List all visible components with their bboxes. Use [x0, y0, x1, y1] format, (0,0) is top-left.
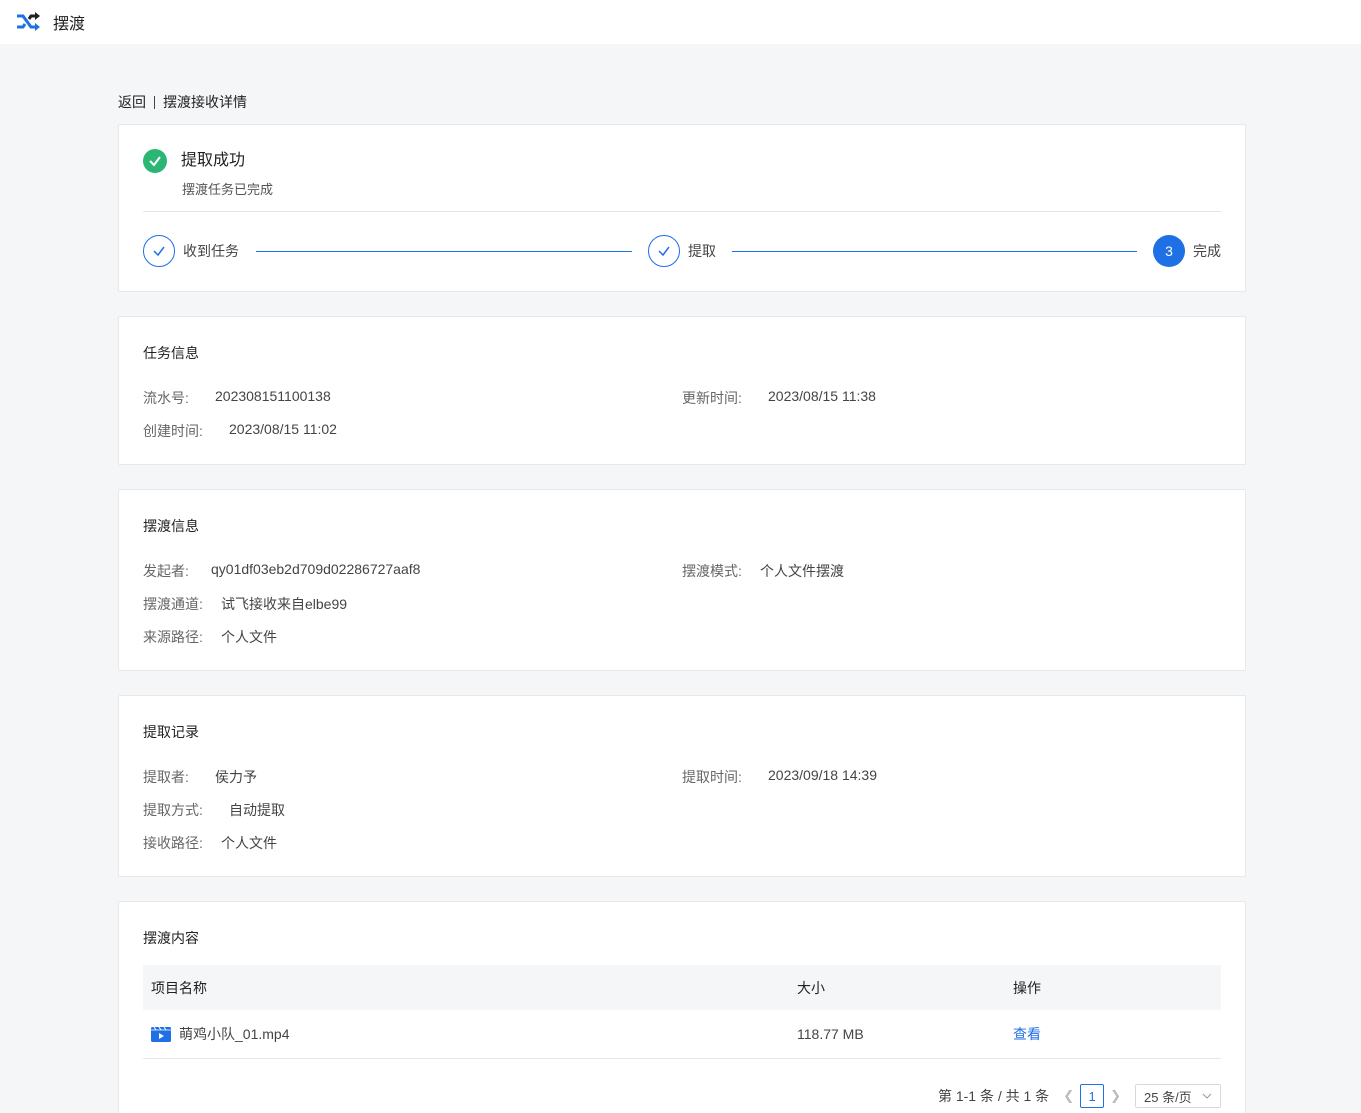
step-extract: 提取 — [648, 235, 716, 267]
mode-field: 摆渡模式: 个人文件摆渡 — [682, 561, 844, 581]
field-label: 提取时间: — [682, 769, 742, 785]
view-link[interactable]: 查看 — [1013, 1026, 1041, 1042]
source-field: 来源路径: 个人文件 — [143, 627, 277, 647]
method-value: 自动提取 — [229, 802, 285, 818]
serial-field: 流水号: 202308151100138 — [143, 388, 331, 408]
step-number: 3 — [1153, 235, 1185, 267]
section-title: 摆渡内容 — [143, 930, 199, 946]
created-value: 2023/08/15 11:02 — [229, 421, 337, 437]
receive-path-value: 个人文件 — [221, 835, 277, 851]
pagination-summary: 第 1-1 条 / 共 1 条 — [937, 1088, 1050, 1104]
status-subtitle: 摆渡任务已完成 — [182, 182, 274, 197]
chevron-right-icon[interactable]: ❯ — [1110, 1088, 1121, 1104]
page-button[interactable]: 1 — [1080, 1084, 1105, 1108]
breadcrumb: 返回 摆渡接收详情 — [118, 92, 247, 112]
ferry-info-card: 摆渡信息 发起者: qy01df03eb2d709d02286727aaf8 摆… — [118, 489, 1246, 671]
column-header-size: 大小 — [797, 979, 825, 996]
step-label: 完成 — [1193, 243, 1221, 259]
step-label: 提取 — [688, 243, 716, 259]
extractor-field: 提取者: 侯力予 — [143, 767, 257, 787]
field-label: 摆渡模式: — [682, 563, 742, 579]
step-connector — [256, 251, 632, 252]
table-row: 萌鸡小队_01.mp4 118.77 MB 查看 — [143, 1010, 1221, 1059]
field-label: 接收路径: — [143, 835, 203, 851]
updated-field: 更新时间: 2023/08/15 11:38 — [682, 388, 876, 408]
step-complete: 3 完成 — [1153, 235, 1221, 267]
content-table: 项目名称 大小 操作 萌鸡小队_01.mp4 118.77 MB 查看 — [143, 965, 1221, 1059]
extract-time-field: 提取时间: 2023/09/18 14:39 — [682, 767, 877, 787]
pagination: 第 1-1 条 / 共 1 条 ❮ 1 ❯ 25 条/页 — [938, 1084, 1221, 1108]
shuffle-icon — [17, 12, 40, 31]
source-value: 个人文件 — [221, 629, 277, 645]
page-size-select[interactable]: 25 条/页 — [1135, 1084, 1221, 1108]
extract-time-value: 2023/09/18 14:39 — [768, 767, 877, 783]
extractor-value: 侯力予 — [215, 769, 257, 785]
status-title: 提取成功 — [181, 152, 246, 169]
field-label: 发起者: — [143, 563, 189, 579]
chevron-down-icon — [1202, 1093, 1212, 1099]
serial-value: 202308151100138 — [215, 388, 331, 404]
breadcrumb-separator — [154, 95, 155, 109]
status-card: 提取成功 摆渡任务已完成 收到任务 提取 3 完成 — [118, 124, 1246, 292]
check-icon — [143, 235, 175, 267]
field-label: 来源路径: — [143, 629, 203, 645]
table-header: 项目名称 大小 操作 — [143, 965, 1221, 1010]
column-header-name: 项目名称 — [151, 979, 207, 996]
step-connector — [732, 251, 1137, 252]
field-label: 摆渡通道: — [143, 596, 203, 612]
app-title: 摆渡 — [53, 16, 86, 33]
breadcrumb-current: 摆渡接收详情 — [163, 94, 247, 110]
method-field: 提取方式: 自动提取 — [143, 800, 285, 820]
extract-record-card: 提取记录 提取者: 侯力予 提取时间: 2023/09/18 14:39 提取方… — [118, 695, 1246, 877]
created-field: 创建时间: 2023/08/15 11:02 — [143, 421, 337, 441]
field-label: 更新时间: — [682, 390, 742, 406]
back-link[interactable]: 返回 — [118, 92, 146, 112]
ferry-content-card: 摆渡内容 项目名称 大小 操作 萌鸡小队_01.mp4 118.77 MB 查看 — [118, 901, 1246, 1113]
file-size: 118.77 MB — [797, 1026, 864, 1042]
initiator-value: qy01df03eb2d709d02286727aaf8 — [211, 561, 421, 577]
receive-path-field: 接收路径: 个人文件 — [143, 833, 277, 853]
field-label: 提取者: — [143, 769, 189, 785]
top-bar: 摆渡 — [0, 0, 1361, 44]
channel-field: 摆渡通道: 试飞接收来自elbe99 — [143, 594, 347, 614]
action-cell: 查看 — [1013, 1024, 1221, 1044]
initiator-field: 发起者: qy01df03eb2d709d02286727aaf8 — [143, 561, 420, 581]
task-info-card: 任务信息 流水号: 202308151100138 更新时间: 2023/08/… — [118, 316, 1246, 465]
file-name: 萌鸡小队_01.mp4 — [179, 1026, 290, 1042]
field-label: 创建时间: — [143, 423, 203, 439]
updated-value: 2023/08/15 11:38 — [768, 388, 876, 404]
check-circle-icon — [143, 149, 167, 173]
chevron-left-icon[interactable]: ❮ — [1063, 1088, 1074, 1104]
file-name-cell: 萌鸡小队_01.mp4 — [143, 1024, 797, 1044]
step-label: 收到任务 — [183, 243, 239, 259]
section-title: 任务信息 — [143, 345, 199, 361]
field-label: 流水号: — [143, 390, 189, 406]
field-label: 提取方式: — [143, 802, 203, 818]
column-header-action: 操作 — [1013, 979, 1041, 996]
check-icon — [648, 235, 680, 267]
channel-value: 试飞接收来自elbe99 — [221, 596, 348, 612]
step-received: 收到任务 — [143, 235, 239, 267]
section-title: 提取记录 — [143, 724, 199, 740]
mode-value: 个人文件摆渡 — [760, 563, 844, 579]
divider — [143, 211, 1221, 212]
status-header: 提取成功 — [143, 149, 245, 173]
section-title: 摆渡信息 — [143, 518, 199, 534]
video-file-icon — [151, 1026, 171, 1042]
page-size-value: 25 条/页 — [1144, 1089, 1192, 1105]
